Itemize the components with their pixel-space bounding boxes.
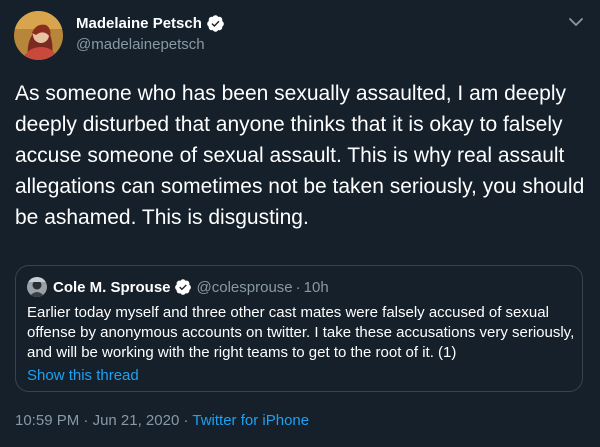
quoted-tweet[interactable]: Cole M. Sprouse @colesprouse · 10h Earli… [15,265,583,392]
quoted-author-display-name[interactable]: Cole M. Sprouse [53,279,171,296]
separator-dot: · [295,278,301,296]
separator-dot: · [179,412,193,429]
quoted-tweet-text: Earlier today myself and three other cas… [27,304,575,361]
verified-badge-icon [174,278,192,296]
author-display-name[interactable]: Madelaine Petsch [76,15,202,32]
verified-badge-icon [206,14,225,33]
quoted-author-avatar-image [27,277,47,297]
author-avatar-image [14,11,63,60]
separator-dot: · [79,412,93,429]
tweet-card: Madelaine Petsch @madelainepetsch As som… [0,0,600,447]
tweet-source-link[interactable]: Twitter for iPhone [192,412,309,429]
author-avatar[interactable] [14,11,63,60]
author-handle[interactable]: @madelainepetsch [76,36,205,53]
tweet-date[interactable]: Jun 21, 2020 [93,412,180,429]
author-name-row: Madelaine Petsch [76,14,225,33]
tweet-text: As someone who has been sexually assault… [15,82,585,229]
show-thread-link[interactable]: Show this thread [27,367,139,384]
quoted-author-avatar[interactable] [27,277,47,297]
tweet-time[interactable]: 10:59 PM [15,412,79,429]
quoted-tweet-header: Cole M. Sprouse @colesprouse · 10h [27,277,329,297]
tweet-metadata: 10:59 PM · Jun 21, 2020 · Twitter for iP… [15,412,309,429]
quoted-tweet-time[interactable]: 10h [304,279,329,296]
chevron-down-icon[interactable] [566,12,586,32]
quoted-author-handle[interactable]: @colesprouse [197,279,293,296]
